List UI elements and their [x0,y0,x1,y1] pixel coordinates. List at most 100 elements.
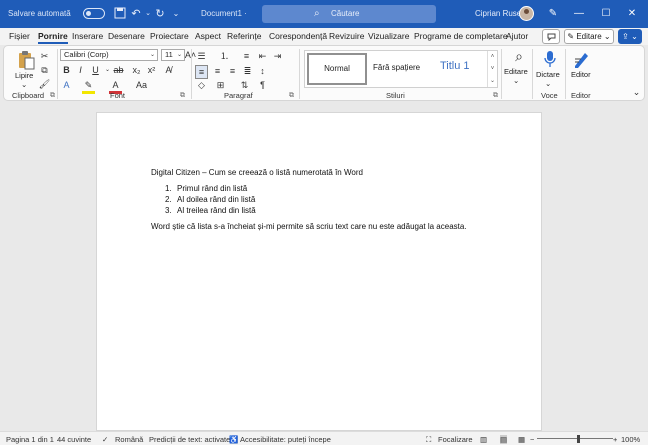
gallery-scroll[interactable]: ˄ ˅ ⌄ [487,51,497,87]
change-case-icon[interactable]: Aa [135,79,148,91]
tab-referinte[interactable]: Referințe [227,31,262,41]
share-button[interactable]: ⇪ ⌄ [618,29,642,44]
bold-icon[interactable]: B [60,64,73,76]
zoom-out-icon[interactable]: − [530,435,534,444]
cut-icon[interactable]: ✂ [38,50,51,62]
style-heading-1[interactable]: Titlu 1 [440,60,470,72]
editing-mode-button[interactable]: ✎ Editare ⌄ [564,29,614,44]
align-left-icon[interactable]: ≡ [195,65,208,79]
proofing-icon[interactable]: ✓ [102,435,108,444]
editor-label[interactable]: Editor [571,70,591,79]
font-launcher-icon[interactable]: ⧉ [180,92,185,100]
subscript-icon[interactable]: x₂ [130,64,143,76]
print-layout-icon[interactable]: ▤ [500,435,508,444]
more-styles-icon[interactable]: ⌄ [488,75,497,87]
style-normal[interactable]: Normal [307,53,367,85]
language[interactable]: Română [115,435,143,444]
minimize-icon[interactable]: — [571,6,587,22]
zoom-level[interactable]: 100% [621,435,640,444]
focus-mode[interactable]: Focalizare [438,435,473,444]
dictate-dropdown-icon[interactable]: ⌄ [545,79,551,88]
document-title[interactable]: Document1 · [201,9,247,18]
zoom-slider[interactable] [537,438,613,439]
copy-icon[interactable]: ⧉ [38,64,51,76]
bullets-icon[interactable]: ☰ [195,50,208,62]
zoom-in-icon[interactable]: + [613,435,617,444]
editor-icon[interactable] [572,49,592,69]
tab-proiectare[interactable]: Proiectare [150,31,189,41]
strikethrough-icon[interactable]: ab [112,64,125,76]
editor-group-label: Editor [571,91,591,100]
autosave-toggle[interactable] [83,8,105,19]
font-group-label: Font [110,91,126,100]
word-count[interactable]: 44 cuvinte [57,435,91,444]
sort-icon[interactable]: ⇅ [238,79,251,91]
style-no-spacing[interactable]: Fără spațiere [373,63,420,72]
paragraph-group-label: Paragraf [224,91,253,100]
multilevel-list-icon[interactable]: ≡ [240,50,253,62]
paste-label[interactable]: Lipire [15,71,33,80]
scroll-down-icon[interactable]: ˅ [488,63,497,75]
highlight-icon[interactable]: ✎ [82,79,95,94]
microphone-icon[interactable] [540,49,560,69]
collapse-ribbon-icon[interactable]: ⌄ [630,86,643,98]
comments-button[interactable] [542,29,560,44]
tab-ajutor[interactable]: Ajutor [506,31,528,41]
tab-vizualizare[interactable]: Vizualizare [368,31,409,41]
show-formatting-icon[interactable]: ¶ [256,79,269,91]
tab-inserare[interactable]: Inserare [72,31,103,41]
justify-icon[interactable]: ≣ [241,65,254,77]
redo-icon[interactable]: ↻ [153,7,167,21]
text-effects-icon[interactable]: A [60,79,73,91]
pen-icon[interactable]: ✎ [545,6,561,22]
dictate-label[interactable]: Dictare [536,70,560,79]
find-icon[interactable]: ⌕ [510,49,528,63]
accessibility-status[interactable]: Accesibilitate: puteți începe [240,435,331,444]
scroll-up-icon[interactable]: ˄ [488,51,497,63]
search-box[interactable]: ⌕ Căutare [262,5,436,23]
avatar[interactable] [519,6,534,21]
font-family-select[interactable]: Calibri (Corp) ⌄ [60,49,158,61]
line-spacing-icon[interactable]: ↕ [256,65,269,77]
save-icon[interactable] [113,7,127,21]
shading-icon[interactable]: ◇ [195,79,208,91]
align-right-icon[interactable]: ≡ [226,65,239,77]
tab-programe-de-completare[interactable]: Programe de completare [414,31,508,41]
borders-icon[interactable]: ⊞ [214,79,227,91]
editing-label[interactable]: Editare [504,67,528,76]
paste-icon[interactable] [16,50,36,70]
text-predictions[interactable]: Predicții de text: activate [149,435,230,444]
tab-fisier[interactable]: Fișier [9,31,30,41]
accessibility-icon[interactable]: ♿ [229,435,238,444]
zoom-slider-thumb[interactable] [577,435,580,443]
tab-aspect[interactable]: Aspect [195,31,221,41]
clipboard-launcher-icon[interactable]: ⧉ [50,92,55,100]
document-page[interactable]: Digital Citizen – Cum se creează o listă… [96,112,542,431]
paragraph-launcher-icon[interactable]: ⧉ [289,92,294,100]
close-icon[interactable]: ✕ [624,6,640,22]
font-size-select[interactable]: 11 ⌄ [161,49,185,61]
numbering-icon[interactable]: ⒈ [218,50,231,62]
focus-icon[interactable]: ⛶ [426,435,431,445]
tab-pornire[interactable]: Pornire [38,31,68,44]
tab-desenare[interactable]: Desenare [108,31,145,41]
ribbon-panel: Lipire ⌄ ✂ ⧉ 🖌 Clipboard ⧉ Calibri (Corp… [3,45,645,101]
maximize-icon[interactable]: ☐ [598,6,614,22]
superscript-icon[interactable]: x² [145,64,158,76]
page-count[interactable]: Pagina 1 din 1 [6,435,54,444]
format-painter-icon[interactable]: 🖌 [38,78,51,90]
read-mode-icon[interactable]: ▥ [480,435,487,444]
clear-formatting-icon[interactable]: A̸ [162,64,175,76]
increase-indent-icon[interactable]: ⇥ [271,50,284,62]
search-icon: ⌕ [314,8,320,19]
tab-revizuire[interactable]: Revizuire [329,31,364,41]
web-layout-icon[interactable]: ▦ [518,435,525,444]
tab-corespondenta[interactable]: Corespondență [269,31,327,41]
styles-launcher-icon[interactable]: ⧉ [493,92,498,100]
paste-dropdown-icon[interactable]: ⌄ [21,80,27,89]
decrease-indent-icon[interactable]: ⇤ [256,50,269,62]
customize-toolbar-icon[interactable]: ⌄ [169,7,183,21]
align-center-icon[interactable]: ≡ [211,65,224,77]
editing-dropdown-icon[interactable]: ⌄ [513,76,519,85]
italic-icon[interactable]: I [74,64,87,76]
